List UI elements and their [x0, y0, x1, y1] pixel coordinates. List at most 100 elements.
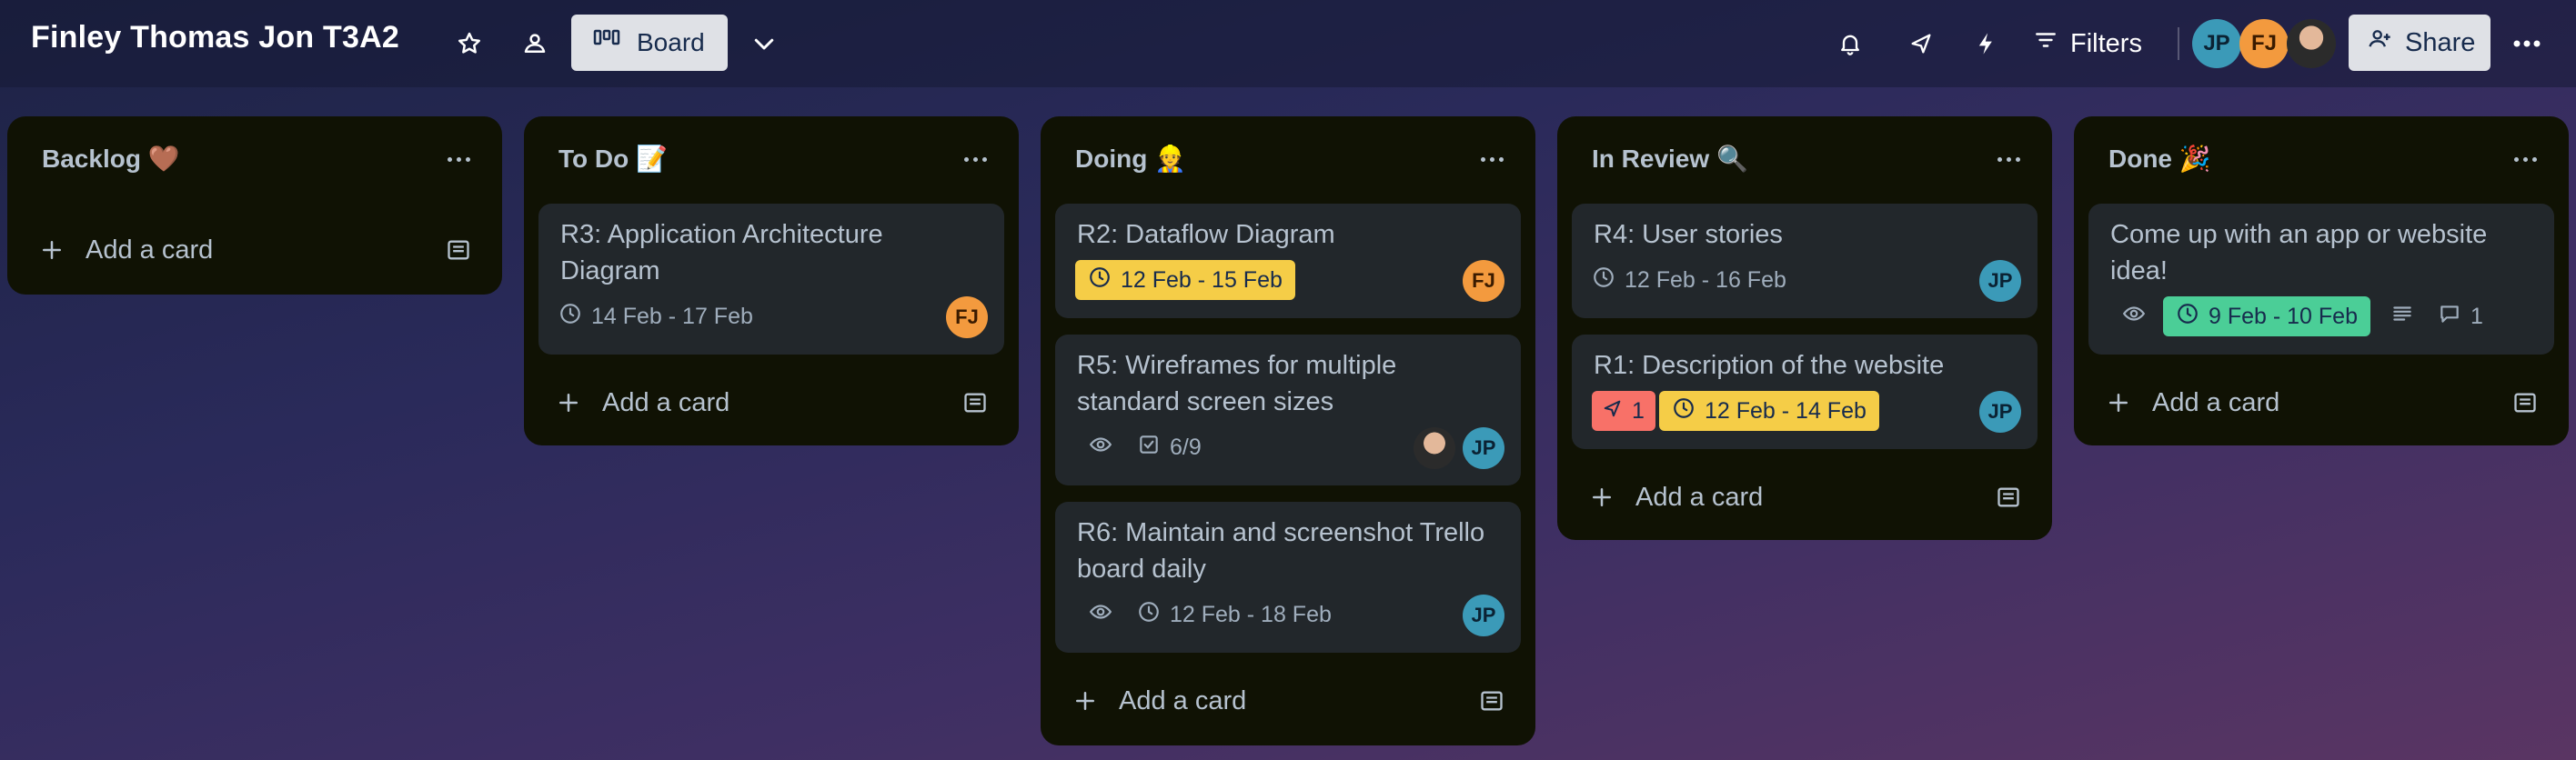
- board-header: Finley Thomas Jon T3A2 Board Filters JP …: [0, 0, 2576, 87]
- list-menu-icon[interactable]: [440, 145, 477, 173]
- clock-icon: [1672, 396, 1696, 426]
- board-icon: [593, 28, 620, 58]
- comments-badge[interactable]: 1: [2438, 296, 2483, 336]
- dates-badge[interactable]: 14 Feb - 17 Feb: [558, 296, 753, 336]
- add-card-label: Add a card: [2152, 388, 2280, 417]
- card-title: Come up with an app or website idea!: [2110, 220, 2488, 285]
- list-title[interactable]: In Review 🔍: [1592, 144, 1748, 174]
- add-card-button[interactable]: Add a card: [538, 376, 1004, 431]
- list-menu-icon[interactable]: [957, 145, 993, 173]
- comment-icon: [2438, 302, 2461, 332]
- clock-icon: [1592, 265, 1615, 295]
- card-title: R5: Wireframes for multiple standard scr…: [1077, 351, 1397, 416]
- watching-badge: [2121, 296, 2147, 336]
- checkbox-icon: [1137, 433, 1161, 463]
- add-member-icon: [2367, 26, 2392, 59]
- filters-label: Filters: [2070, 28, 2142, 58]
- workspace-icon[interactable]: [515, 18, 555, 69]
- list-title[interactable]: To Do 📝: [558, 144, 668, 174]
- dates-badge[interactable]: 12 Feb - 15 Feb: [1075, 260, 1295, 300]
- template-icon[interactable]: [1479, 689, 1504, 720]
- attention-badge[interactable]: 1: [1592, 391, 1655, 431]
- card-member-avatar[interactable]: FJ: [1463, 260, 1504, 302]
- member-avatar-photo[interactable]: [2287, 19, 2336, 68]
- template-icon[interactable]: [446, 238, 471, 269]
- card[interactable]: R6: Maintain and screenshot Trello board…: [1055, 502, 1521, 653]
- list-menu-icon[interactable]: [1474, 145, 1510, 173]
- chevron-down-icon[interactable]: [744, 18, 784, 69]
- board-title[interactable]: Finley Thomas Jon T3A2: [31, 20, 399, 55]
- filters-button[interactable]: Filters: [2034, 18, 2142, 69]
- dates-label: 9 Feb - 10 Feb: [2209, 303, 2358, 329]
- card-member-avatar[interactable]: JP: [1463, 427, 1504, 469]
- dates-badge[interactable]: 12 Feb - 16 Feb: [1592, 260, 1786, 300]
- star-icon[interactable]: [449, 18, 489, 69]
- member-avatar-fj[interactable]: FJ: [2239, 19, 2289, 68]
- checklist-badge[interactable]: 6/9: [1137, 427, 1202, 467]
- card-title: R3: Application Architecture Diagram: [560, 220, 883, 285]
- add-card-button[interactable]: Add a card: [1572, 471, 2038, 525]
- list-in-review: In Review 🔍 R4: User stories 12 Feb - 16…: [1557, 116, 2052, 540]
- list-header: Backlog 🤎: [7, 116, 502, 202]
- card-member-avatar[interactable]: JP: [1979, 260, 2021, 302]
- dates-badge[interactable]: 9 Feb - 10 Feb: [2163, 296, 2370, 336]
- more-icon[interactable]: [2507, 18, 2547, 69]
- card-title: R1: Description of the website: [1594, 351, 1945, 380]
- eye-icon: [1088, 600, 1113, 630]
- add-card-label: Add a card: [602, 388, 730, 417]
- clock-icon: [1137, 600, 1161, 630]
- dates-label: 12 Feb - 15 Feb: [1121, 266, 1283, 293]
- card[interactable]: R3: Application Architecture Diagram 14 …: [538, 204, 1004, 355]
- card[interactable]: R2: Dataflow Diagram 12 Feb - 15 Feb FJ: [1055, 204, 1521, 318]
- template-icon[interactable]: [2512, 391, 2538, 422]
- card[interactable]: R1: Description of the website 1 12 Feb …: [1572, 335, 2038, 449]
- description-icon: [2390, 302, 2414, 332]
- card-title: R4: User stories: [1594, 220, 1783, 249]
- dates-badge[interactable]: 12 Feb - 18 Feb: [1137, 595, 1332, 635]
- template-icon[interactable]: [1996, 485, 2021, 516]
- list-to-do: To Do 📝 R3: Application Architecture Dia…: [524, 116, 1019, 445]
- filter-icon: [2034, 28, 2058, 59]
- plus-icon: [555, 389, 582, 424]
- card-title: R6: Maintain and screenshot Trello board…: [1077, 518, 1485, 584]
- card[interactable]: R4: User stories 12 Feb - 16 Feb JP: [1572, 204, 2038, 318]
- comments-count: 1: [2470, 303, 2483, 329]
- dates-label: 14 Feb - 17 Feb: [591, 303, 753, 329]
- member-avatar-jp[interactable]: JP: [2192, 19, 2241, 68]
- add-card-label: Add a card: [86, 235, 214, 265]
- board-view-button[interactable]: Board: [571, 15, 728, 71]
- add-card-button[interactable]: Add a card: [22, 224, 488, 278]
- card-member-avatar[interactable]: JP: [1979, 391, 2021, 433]
- add-card-label: Add a card: [1119, 686, 1247, 715]
- share-button[interactable]: Share: [2349, 15, 2490, 71]
- plus-icon: [38, 236, 65, 271]
- card[interactable]: Come up with an app or website idea! 9 F…: [2088, 204, 2554, 355]
- bell-icon[interactable]: [1832, 18, 1868, 69]
- dates-badge[interactable]: 12 Feb - 14 Feb: [1659, 391, 1879, 431]
- list-menu-icon[interactable]: [1990, 145, 2027, 173]
- clock-icon: [558, 302, 582, 332]
- automation-icon[interactable]: [1968, 18, 2005, 69]
- list-header: To Do 📝: [524, 116, 1019, 202]
- board-view-label: Board: [637, 28, 705, 56]
- list-title[interactable]: Backlog 🤎: [42, 144, 180, 174]
- add-card-button[interactable]: Add a card: [2088, 376, 2554, 431]
- share-label: Share: [2405, 27, 2476, 57]
- card-member-avatar[interactable]: JP: [1463, 595, 1504, 636]
- attention-count: 1: [1632, 397, 1645, 424]
- card-member-avatar-photo[interactable]: [1414, 427, 1455, 469]
- header-divider: [2178, 27, 2179, 60]
- card-member-avatar[interactable]: FJ: [946, 296, 988, 338]
- plus-icon: [1588, 484, 1615, 518]
- dates-label: 12 Feb - 16 Feb: [1625, 266, 1786, 293]
- list-doing: Doing 👷 R2: Dataflow Diagram 12 Feb - 15…: [1041, 116, 1535, 745]
- list-title[interactable]: Doing 👷: [1075, 144, 1186, 174]
- list-title[interactable]: Done 🎉: [2108, 144, 2211, 174]
- notification-icon: [1603, 398, 1623, 425]
- list-header: Doing 👷: [1041, 116, 1535, 202]
- power-ups-icon[interactable]: [1903, 18, 1939, 69]
- list-menu-icon[interactable]: [2507, 145, 2543, 173]
- add-card-button[interactable]: Add a card: [1055, 675, 1521, 729]
- template-icon[interactable]: [962, 391, 988, 422]
- card[interactable]: R5: Wireframes for multiple standard scr…: [1055, 335, 1521, 485]
